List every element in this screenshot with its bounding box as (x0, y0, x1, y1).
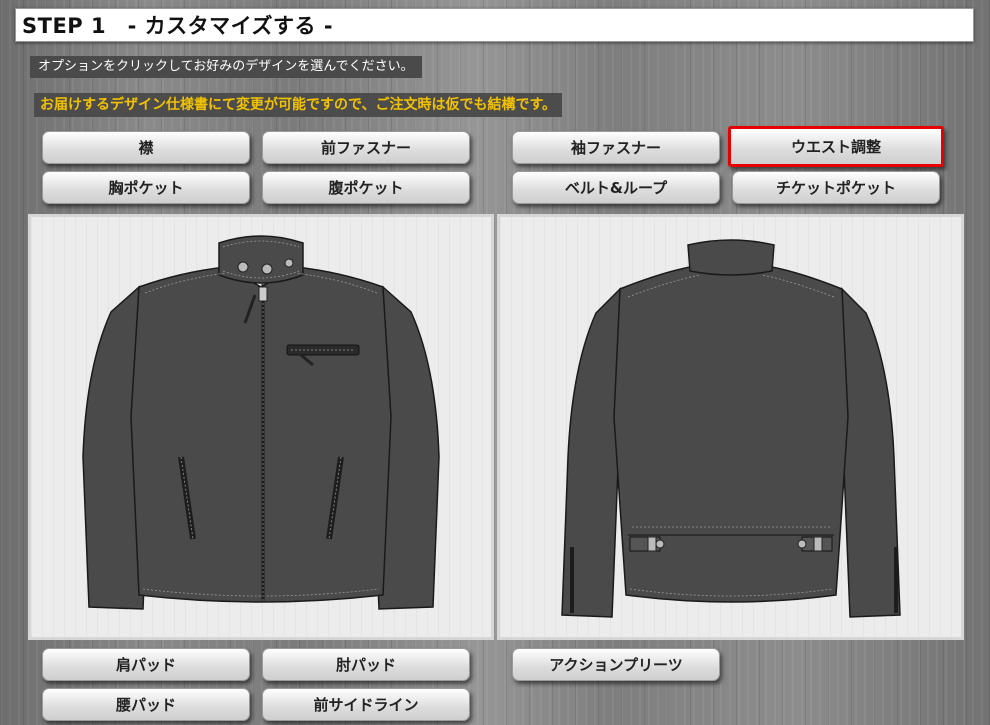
option-collar-button[interactable]: 襟 (42, 131, 250, 164)
option-elbow-pad-button[interactable]: 肘パッド (262, 648, 470, 681)
option-front-fastener-button[interactable]: 前ファスナー (262, 131, 470, 164)
step-title-bar: STEP 1 - カスタマイズする - (15, 8, 974, 42)
notice-text: お届けするデザイン仕様書にて変更が可能ですので、ご注文時は仮でも結構です。 (34, 93, 563, 117)
jacket-front-body (130, 266, 392, 603)
option-shoulder-pad-button[interactable]: 肩パッド (42, 648, 250, 681)
instruction-text: オプションをクリックしてお好みのデザインを選んでください。 (30, 56, 422, 78)
option-action-pleats-button[interactable]: アクションプリーツ (512, 648, 720, 681)
option-ticket-pocket-button[interactable]: チケットポケット (732, 171, 940, 204)
page-title: STEP 1 - カスタマイズする - (22, 14, 334, 38)
jacket-back-right-sleeve (841, 287, 901, 618)
option-waist-pad-button[interactable]: 腰パッド (42, 688, 250, 721)
option-belt-loop-button[interactable]: ベルト&ループ (512, 171, 720, 204)
jacket-back-body (613, 266, 849, 603)
jacket-back-preview (497, 214, 964, 640)
option-waist-adjust-button[interactable]: ウエスト調整 (728, 126, 944, 167)
option-front-side-line-button[interactable]: 前サイドライン (262, 688, 470, 721)
jacket-front-preview (28, 214, 494, 640)
option-chest-pocket-button[interactable]: 胸ポケット (42, 171, 250, 204)
jacket-back-collar (687, 239, 775, 276)
option-belly-pocket-button[interactable]: 腹ポケット (262, 171, 470, 204)
option-sleeve-fastener-button[interactable]: 袖ファスナー (512, 131, 720, 164)
